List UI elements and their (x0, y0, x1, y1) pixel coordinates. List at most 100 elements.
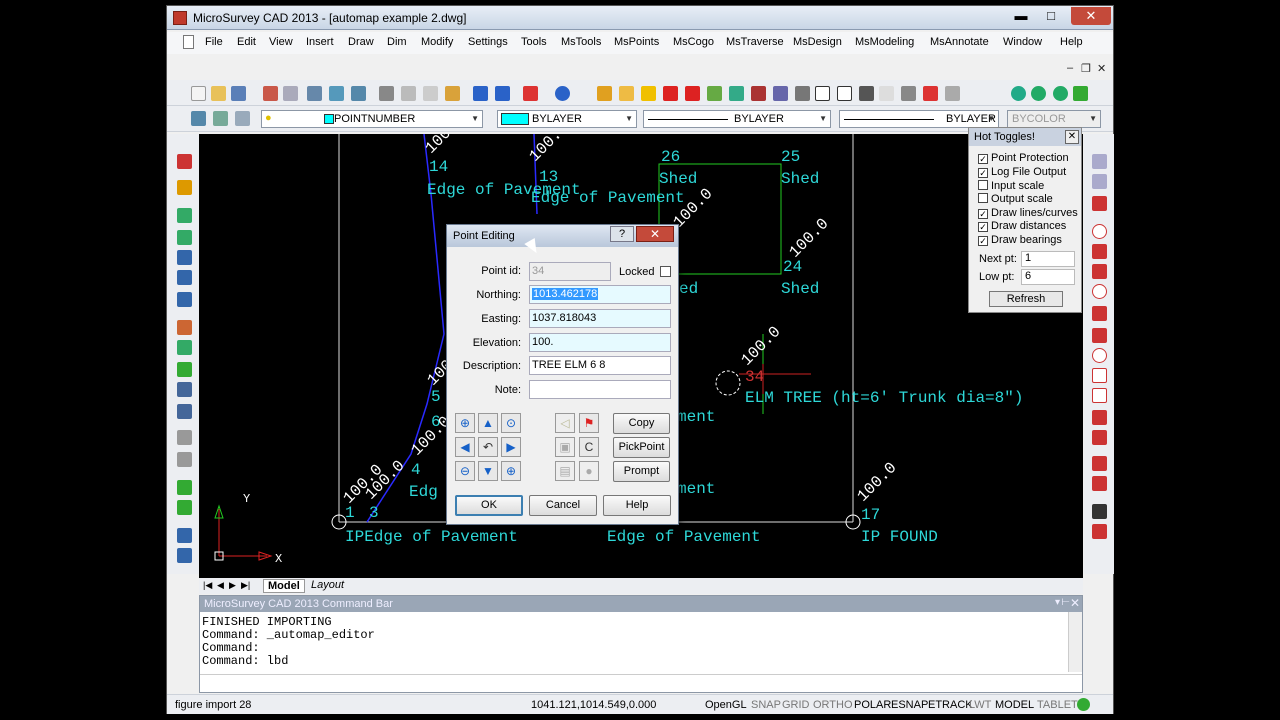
open-icon[interactable] (211, 86, 226, 101)
zoom-in-icon[interactable]: ⊕ (455, 413, 475, 433)
pin-icon[interactable]: ● (579, 461, 599, 481)
hatch-icon[interactable] (1092, 410, 1107, 425)
zoom-extents-icon[interactable] (177, 270, 192, 285)
ucs-icon[interactable] (177, 382, 192, 397)
triangle-icon[interactable] (751, 86, 766, 101)
lbl-beft-icon[interactable] (879, 86, 894, 101)
spline-icon[interactable] (1092, 328, 1107, 343)
first-tab-icon[interactable]: |◀ (203, 580, 212, 591)
layer-state-icon[interactable] (213, 111, 228, 126)
tab-layout[interactable]: Layout (311, 579, 344, 591)
dropdown-icon[interactable]: ▾ (1055, 597, 1060, 608)
c-box-icon[interactable]: C (579, 437, 599, 457)
arrow-left-icon[interactable]: ◀ (455, 437, 475, 457)
doc-close-button[interactable]: ✕ (1097, 62, 1106, 75)
title-bar[interactable]: MicroSurvey CAD 2013 - [automap example … (167, 6, 1113, 30)
toggle-etrack[interactable]: ETRACK (928, 699, 973, 711)
walk-icon[interactable] (1092, 504, 1107, 519)
tab-model[interactable]: Model (263, 579, 305, 593)
scale-icon[interactable] (923, 86, 938, 101)
polygon-icon[interactable] (1092, 388, 1107, 403)
close-icon[interactable]: ✕ (1070, 596, 1080, 610)
t-box-icon[interactable] (837, 86, 852, 101)
ortho-icon[interactable] (177, 500, 192, 515)
plus-icon[interactable] (1092, 154, 1107, 169)
checkbox[interactable]: ✓ (978, 168, 988, 178)
checkbox[interactable]: ✓ (978, 236, 988, 246)
ellipse-icon[interactable] (1092, 348, 1107, 363)
checkbox[interactable] (978, 180, 988, 190)
speaker-icon[interactable]: ◁ (555, 413, 575, 433)
command-input[interactable] (200, 674, 1082, 692)
table-icon[interactable] (795, 86, 810, 101)
prev-tab-icon[interactable]: ◀ (217, 580, 224, 591)
easting-field[interactable]: 1037.818043 (529, 309, 671, 328)
rectangle-icon[interactable] (1092, 368, 1107, 383)
trim-icon[interactable] (1092, 456, 1107, 471)
camera-icon[interactable]: ▣ (555, 437, 575, 457)
layer-dropdown[interactable]: ● POINTNUMBER ▼ (261, 110, 483, 128)
pin-icon[interactable]: ⊢ (1061, 597, 1070, 608)
extend-icon[interactable] (1092, 476, 1107, 491)
properties-icon[interactable] (177, 154, 192, 169)
delete-icon[interactable] (523, 86, 538, 101)
prompt-button[interactable]: Prompt (613, 461, 670, 482)
line-icon[interactable] (1092, 244, 1107, 259)
cancel-button[interactable]: Cancel (529, 495, 597, 516)
ray-icon[interactable] (1092, 174, 1107, 189)
toggle-point-protection[interactable]: ✓ Point Protection (978, 152, 1069, 165)
polyline-icon[interactable] (1073, 86, 1088, 101)
menu-edit[interactable]: Edit (237, 36, 256, 48)
checkbox[interactable]: ✓ (978, 209, 988, 219)
grid-points-icon[interactable] (773, 86, 788, 101)
hash-icon[interactable] (859, 86, 874, 101)
inquiry-icon[interactable] (177, 430, 192, 445)
polyline-icon[interactable] (1092, 306, 1107, 321)
toggle-draw-lines[interactable]: ✓ Draw lines/curves (978, 207, 1078, 220)
toggle-model[interactable]: MODEL (995, 699, 1034, 711)
check-red-2-icon[interactable] (685, 86, 700, 101)
toggle-polar[interactable]: POLAR (854, 699, 891, 711)
layers-icon[interactable] (945, 86, 960, 101)
new-icon[interactable] (191, 86, 206, 101)
toggle-opengl[interactable]: OpenGL (705, 699, 747, 711)
doc-restore-button[interactable]: ❐ (1081, 62, 1091, 75)
zoom-extents-icon[interactable]: ⊙ (501, 413, 521, 433)
menu-msannotate[interactable]: MsAnnotate (930, 36, 989, 48)
minimize-button[interactable]: ▬ (1007, 7, 1035, 25)
description-field[interactable]: TREE ELM 6 8 (529, 356, 671, 375)
menu-dim[interactable]: Dim (387, 36, 407, 48)
next-pt-input[interactable]: 1 (1021, 251, 1075, 267)
toggle-draw-bearings[interactable]: ✓ Draw bearings (978, 234, 1062, 247)
menu-draw[interactable]: Draw (348, 36, 374, 48)
menu-window[interactable]: Window (1003, 36, 1042, 48)
zoom-out-icon[interactable]: ⊖ (455, 461, 475, 481)
menu-mstraverse[interactable]: MsTraverse (726, 36, 784, 48)
orbit-icon[interactable] (177, 340, 192, 355)
copy-icon[interactable] (401, 86, 416, 101)
save-icon[interactable] (231, 86, 246, 101)
d-circle-icon[interactable] (1031, 86, 1046, 101)
command-scrollbar[interactable] (1068, 612, 1082, 672)
check-red-icon[interactable] (663, 86, 678, 101)
menu-mstools[interactable]: MsTools (561, 36, 601, 48)
toggle-draw-distances[interactable]: ✓ Draw distances (978, 220, 1066, 233)
lineweight-dropdown[interactable]: BYLAYER ▼ (839, 110, 999, 128)
lightbulb-icon[interactable] (619, 86, 634, 101)
close-button[interactable]: ✕ (1071, 7, 1111, 25)
label-icon[interactable] (641, 86, 656, 101)
menu-insert[interactable]: Insert (306, 36, 334, 48)
app-icon[interactable] (173, 11, 187, 25)
northing-field[interactable]: 1013.462178 (529, 285, 671, 304)
camera-icon[interactable] (177, 404, 192, 419)
arrow-up-icon[interactable]: ▲ (478, 413, 498, 433)
menu-msmodeling[interactable]: MsModeling (855, 36, 914, 48)
window-icon[interactable] (177, 548, 192, 563)
menu-help[interactable]: Help (1060, 36, 1083, 48)
status-ok-icon[interactable] (1077, 698, 1090, 711)
list-icon[interactable] (177, 452, 192, 467)
n-circle-icon[interactable] (1011, 86, 1026, 101)
toggle-ortho[interactable]: ORTHO (813, 699, 853, 711)
toggle-tablet[interactable]: TABLET (1037, 699, 1078, 711)
flag-icon[interactable]: ⚑ (579, 413, 599, 433)
